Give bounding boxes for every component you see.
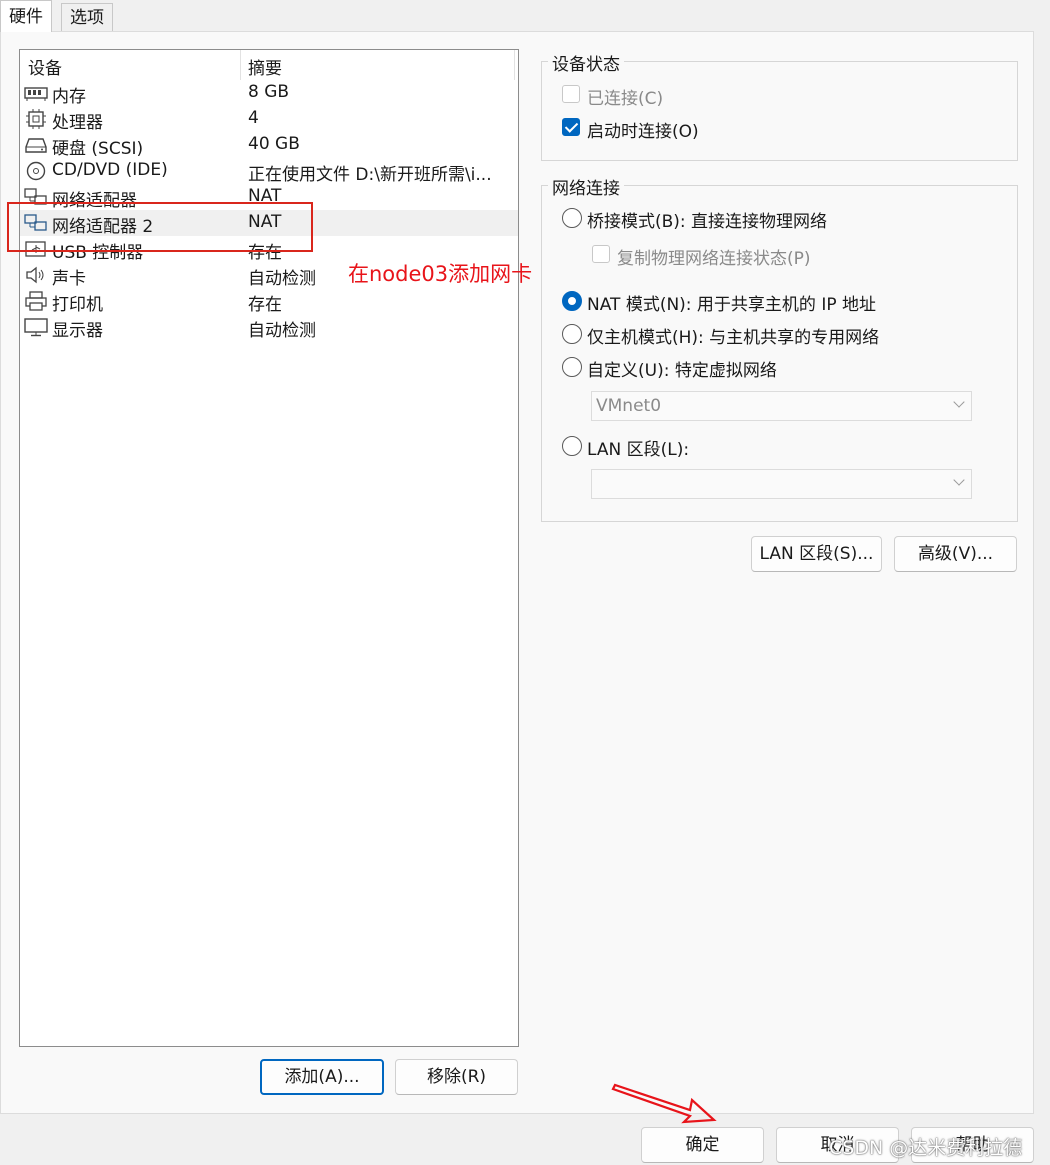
add-button[interactable]: 添加(A)... [260,1059,384,1095]
custom-label: 自定义(U): 特定虚拟网络 [587,361,777,381]
annotation-highlight-box [7,202,313,252]
lan-segment-select[interactable] [591,469,972,499]
device-name: 打印机 [52,295,103,315]
column-header-summary[interactable]: 摘要 [248,54,282,79]
advanced-button[interactable]: 高级(V)... [894,536,1017,572]
device-summary: 4 [248,108,259,128]
sound-card-icon [26,266,44,284]
lan-segment-label: LAN 区段(L): [587,440,690,460]
device-name: 内存 [52,87,86,107]
remove-button[interactable]: 移除(R) [395,1059,518,1095]
lan-segment-radio[interactable] [562,436,582,456]
network-connection-title: 网络连接 [548,174,624,199]
device-summary: 存在 [248,295,282,315]
device-row-cd-dvd[interactable]: CD/DVD (IDE) 正在使用文件 D:\新开班所需\i... [20,158,518,185]
device-status-group [541,61,1018,161]
bridged-radio[interactable] [562,208,582,228]
printer-icon [25,291,47,311]
custom-network-value: VMnet0 [596,396,662,416]
nat-radio[interactable] [562,291,582,311]
device-list-header: 设备 摘要 [20,50,516,80]
device-row-printer[interactable]: 打印机 存在 [20,288,518,315]
device-row-processor[interactable]: 处理器 4 [20,106,518,133]
hard-disk-icon [25,138,47,153]
host-only-label: 仅主机模式(H): 与主机共享的专用网络 [587,328,880,348]
connected-label: 已连接(C) [587,89,664,109]
device-row-hard-disk[interactable]: 硬盘 (SCSI) 40 GB [20,132,518,159]
cd-dvd-icon [26,161,46,181]
tab-options[interactable]: 选项 [61,3,113,31]
tab-hardware[interactable]: 硬件 [0,0,52,32]
lan-segments-button[interactable]: LAN 区段(S)... [751,536,882,572]
device-row-memory[interactable]: 内存 8 GB [20,80,518,107]
device-name: 硬盘 (SCSI) [52,139,144,159]
replicate-state-checkbox[interactable] [592,245,610,263]
memory-icon [24,87,48,101]
custom-network-select[interactable]: VMnet0 [591,391,972,421]
annotation-arrow-icon [611,1083,717,1124]
device-summary: 自动检测 [248,321,316,341]
connect-at-power-on-label: 启动时连接(O) [587,122,699,142]
host-only-radio[interactable] [562,324,582,344]
bridged-label: 桥接模式(B): 直接连接物理网络 [587,212,828,232]
device-status-title: 设备状态 [548,50,624,75]
device-name: CD/DVD (IDE) [52,160,168,180]
column-header-device[interactable]: 设备 [28,54,62,79]
replicate-state-label: 复制物理网络连接状态(P) [617,249,811,269]
device-summary: 8 GB [248,82,290,102]
processor-icon [26,109,46,129]
chevron-down-icon [953,396,965,408]
device-list[interactable]: 设备 摘要 内存 8 GB 处理器 4 硬盘 (SCSI) 40 GB CD/D… [19,49,519,1047]
annotation-text: 在node03添加网卡 [348,262,533,286]
nat-label: NAT 模式(N): 用于共享主机的 IP 地址 [587,295,876,315]
chevron-down-icon [953,474,965,486]
connected-checkbox[interactable] [562,85,580,103]
custom-radio[interactable] [562,357,582,377]
device-row-display[interactable]: 显示器 自动检测 [20,314,518,341]
device-name: 声卡 [52,269,86,289]
device-name: 显示器 [52,321,103,341]
device-summary: 40 GB [248,134,300,154]
ok-button[interactable]: 确定 [641,1127,764,1163]
device-name: 处理器 [52,113,103,133]
display-icon [24,318,48,337]
connect-at-power-on-checkbox[interactable] [562,118,580,136]
watermark-text: CSDN @达米费利拉德 [829,1137,1023,1159]
device-summary: 正在使用文件 D:\新开班所需\i... [248,165,492,185]
